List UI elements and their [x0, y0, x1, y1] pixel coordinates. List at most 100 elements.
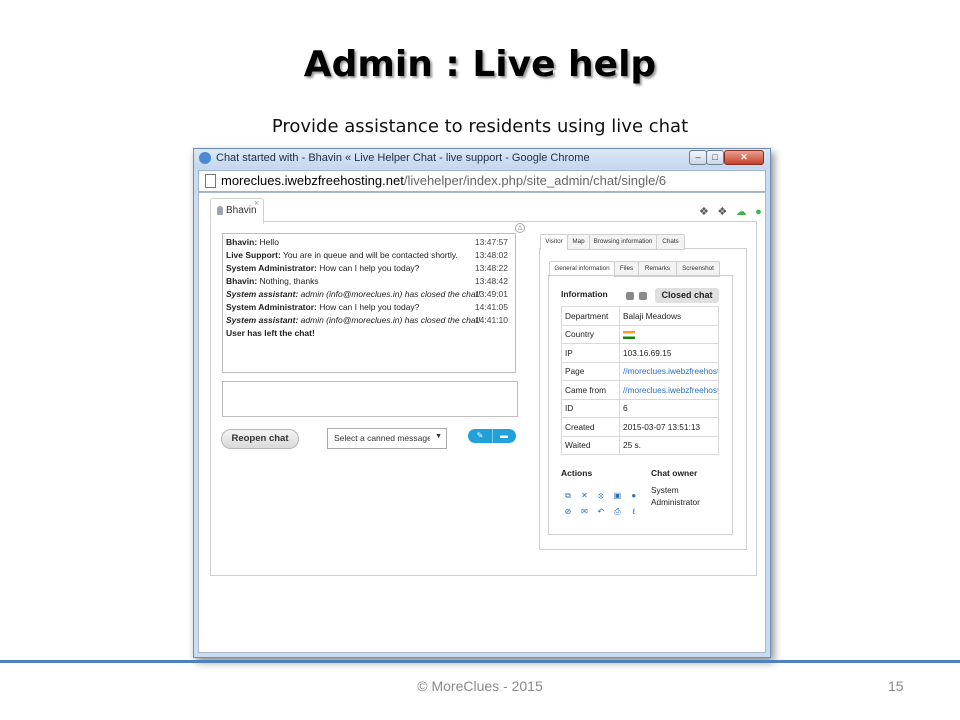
page-icon: [205, 174, 216, 188]
message-row: Bhavin: Nothing, thanks 13:48:42: [226, 276, 514, 289]
message-time: 14:41:10: [474, 315, 508, 325]
close-window-button[interactable]: ✕: [724, 150, 764, 165]
mail-icon[interactable]: ✉: [579, 507, 589, 516]
tab-chats[interactable]: Chats: [656, 234, 685, 250]
message-author: System Administrator:: [226, 302, 317, 312]
edit-pencil-icon[interactable]: ✎: [468, 429, 493, 443]
message-time: 13:48:22: [474, 263, 508, 273]
message-row: System Administrator: How can I help you…: [226, 263, 514, 276]
user-left-notice: User has left the chat!: [226, 328, 315, 338]
window-titlebar[interactable]: Chat started with - Bhavin « Live Helper…: [194, 149, 770, 169]
browser-window: Chat started with - Bhavin « Live Helper…: [193, 148, 771, 658]
message-author: Bhavin:: [226, 237, 258, 247]
message-text: How can I help you today?: [319, 263, 420, 273]
footer-divider: [0, 660, 960, 663]
minimize-button[interactable]: –: [689, 150, 707, 165]
address-bar[interactable]: moreclues.iwebzfreehosting.net/livehelpe…: [198, 170, 766, 192]
message-row: System Administrator: How can I help you…: [226, 302, 514, 315]
page-content: Bhavin × ❖ ❖ ☁ ● Bhavin: Hello 13:47:57 …: [198, 192, 766, 653]
chat-tab-label: Bhavin: [226, 205, 257, 216]
tab-browsing-information[interactable]: Browsing information: [589, 234, 657, 250]
message-author: Bhavin:: [226, 276, 258, 286]
table-row: IP 103.16.69.15: [561, 343, 719, 363]
messages-area[interactable]: Bhavin: Hello 13:47:57 Live Support: You…: [222, 233, 516, 373]
table-row: Came from//moreclues.iwebzfreehosting.ne…: [561, 380, 719, 400]
message-row: Bhavin: Hello 13:47:57: [226, 237, 514, 250]
message-author: System assistant:: [226, 315, 299, 325]
reply-icon[interactable]: ↶: [596, 507, 606, 516]
india-flag-icon: [623, 331, 635, 340]
info-key: Waited: [561, 435, 620, 455]
close-x-icon[interactable]: ✕: [579, 491, 589, 500]
info-value: Balaji Meadows: [619, 306, 719, 326]
info-value: 6: [619, 398, 719, 418]
url-host: moreclues.iwebzfreehosting.net: [221, 173, 404, 188]
info-key: IP: [561, 343, 620, 363]
info-value: //moreclues.iwebzfreehosting.net: [619, 380, 719, 400]
footer-copyright: © MoreClues - 2015: [417, 678, 543, 694]
user-icon[interactable]: ●: [755, 206, 762, 218]
info-key: ID: [561, 398, 620, 418]
page-link[interactable]: //moreclues.iwebzfreehosting.net: [623, 366, 718, 376]
cloud-icon[interactable]: ☁: [736, 205, 747, 218]
remove-circle-icon[interactable]: ⦻: [596, 491, 606, 501]
table-row: Created 2015-03-07 13:51:13: [561, 417, 719, 437]
thumbs-down-icon[interactable]: [639, 292, 647, 300]
info-key: Created: [561, 417, 620, 437]
url-path: /livehelper/index.php/site_admin/chat/si…: [403, 173, 667, 188]
send-message-icon[interactable]: ▬: [492, 429, 516, 443]
close-tab-icon[interactable]: ×: [254, 198, 259, 208]
message-time: 13:47:57: [474, 237, 508, 247]
message-text: How can I help you today?: [319, 302, 420, 312]
message-text: Hello: [259, 237, 279, 247]
message-time: 14:41:05: [474, 302, 508, 312]
message-time: 13:48:42: [474, 276, 508, 286]
chat-bubbles-icon[interactable]: ❖: [699, 205, 709, 218]
came-from-link[interactable]: //moreclues.iwebzfreehosting.net: [623, 385, 718, 395]
table-row: Country: [561, 324, 719, 344]
canned-message-value: Select a canned message: [334, 433, 430, 443]
message-time: 13:48:02: [474, 250, 508, 260]
tab-visitor[interactable]: Visitor: [540, 234, 568, 250]
message-author: System Administrator:: [226, 263, 317, 273]
message-row: System assistant: admin (info@moreclues.…: [226, 315, 514, 328]
users-icon[interactable]: ●: [629, 491, 639, 500]
print-icon[interactable]: ⎙: [612, 507, 622, 517]
visitor-info-table: Department Balaji Meadows Country IP 103.1…: [561, 306, 719, 455]
send-button-group: ✎ ▬: [468, 429, 516, 443]
thumbs-up-icon[interactable]: [626, 292, 634, 300]
info-key: Department: [561, 306, 620, 326]
message-text: admin (info@moreclues.in) has closed the…: [300, 289, 481, 299]
attachment-icon[interactable]: ℓ: [629, 507, 639, 516]
chat-owner-name: System Administrator: [651, 485, 700, 507]
slide-subtitle: Provide assistance to residents using li…: [271, 116, 689, 137]
reopen-chat-button[interactable]: Reopen chat: [221, 429, 299, 449]
info-value: 25 s.: [619, 435, 719, 455]
slide-title: Admin : Live help: [303, 44, 657, 85]
chat-bubbles-icon[interactable]: ❖: [717, 205, 727, 218]
trash-box-icon[interactable]: ▣: [612, 491, 622, 500]
message-row: Live Support: You are in queue and will …: [226, 250, 514, 263]
table-row: Department Balaji Meadows: [561, 306, 719, 326]
info-key: Came from: [561, 380, 620, 400]
canned-message-select[interactable]: Select a canned message ▼: [327, 428, 447, 449]
url-text[interactable]: moreclues.iwebzfreehosting.net/livehelpe…: [221, 173, 666, 188]
external-window-icon[interactable]: ⧉: [563, 491, 573, 501]
chevron-down-icon: ▼: [435, 433, 442, 440]
message-time: 13:49:01: [474, 289, 508, 299]
maximize-button[interactable]: □: [706, 150, 724, 165]
chat-tab-bhavin[interactable]: Bhavin ×: [210, 198, 264, 224]
message-text: admin (info@moreclues.in) has closed the…: [300, 315, 481, 325]
block-icon[interactable]: ⊘: [563, 507, 573, 516]
info-value: //moreclues.iwebzfreehosting.net: [619, 361, 719, 381]
message-input[interactable]: [222, 381, 518, 417]
info-value: 2015-03-07 13:51:13: [619, 417, 719, 437]
info-value: [619, 324, 719, 344]
actions-heading: Actions: [561, 468, 593, 478]
user-icon: [217, 206, 223, 215]
toggle-panel-icon[interactable]: △: [515, 223, 525, 233]
table-row: ID 6: [561, 398, 719, 418]
info-value: 103.16.69.15: [619, 343, 719, 363]
actions-row-2: ⊘ ✉ ↶ ⎙ ℓ: [563, 501, 641, 519]
tab-map[interactable]: Map: [567, 234, 590, 250]
